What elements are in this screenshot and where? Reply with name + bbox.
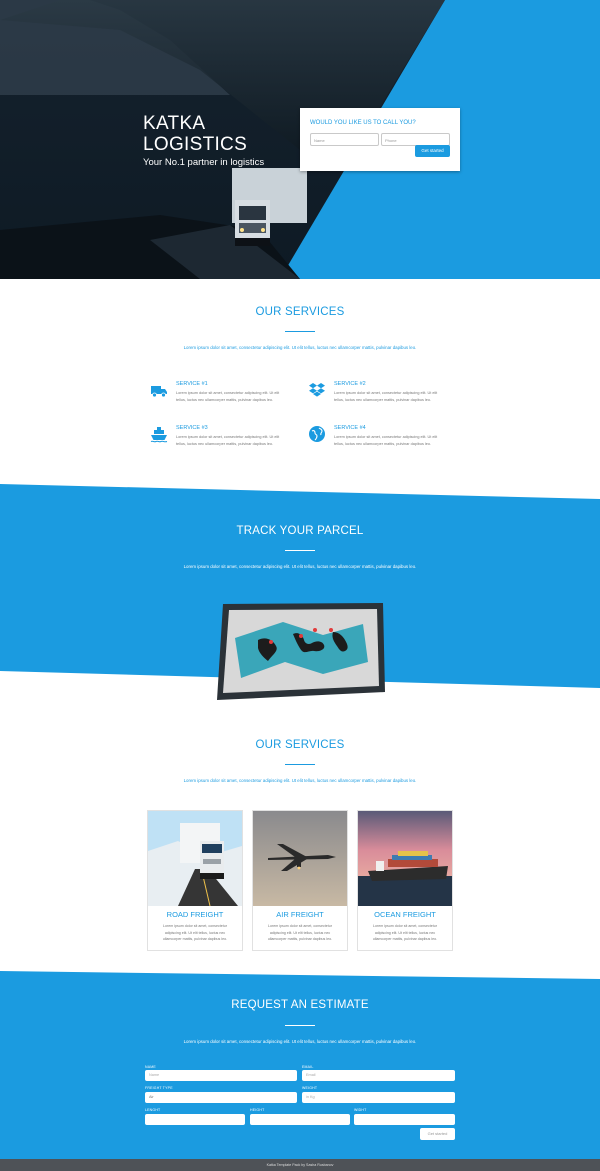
freight-lead: Lorem ipsum dolor sit amet, consectetur … [183,778,417,783]
width-input[interactable] [354,1114,455,1125]
estimate-email-input[interactable]: Email [302,1070,455,1081]
estimate-name-input[interactable]: Name [145,1070,297,1081]
service-text: Lorem ipsum dolor sit amet, consectetur … [334,435,438,446]
track-title: TRACK YOUR PARCEL [236,525,364,537]
service-title: SERVICE #2 [334,381,366,387]
globe-icon [309,426,325,442]
air-freight-image [253,811,347,906]
card-title: OCEAN FREIGHT [374,910,436,919]
footer: Katka Template Pack by Sasha Rusbanov [0,1159,600,1171]
card-text: Lorem ipsum dolor sit amet, consectetur … [162,924,228,941]
card-text: Lorem ipsum dolor sit amet, consectetur … [372,924,438,941]
ocean-freight-card[interactable]: OCEAN FREIGHT Lorem ipsum dolor sit amet… [357,810,453,951]
height-input[interactable] [250,1114,350,1125]
weight-input[interactable]: in Kg [302,1092,455,1103]
road-freight-image [148,811,242,906]
length-label: LENGHT [145,1108,161,1112]
width-label: WIDHT [354,1108,367,1112]
freight-divider [285,764,315,765]
name-label: NAME [145,1065,156,1069]
freight-title: OUR SERVICES [255,739,345,751]
service-text: Lorem ipsum dolor sit amet, consectetur … [176,435,280,446]
tablet-map-image [217,603,385,700]
estimate-divider [285,1025,315,1026]
service-text: Lorem ipsum dolor sit amet, consectetur … [176,391,280,402]
estimate-title: REQUEST AN ESTIMATE [231,999,369,1011]
service-title: SERVICE #1 [176,381,208,387]
road-freight-card[interactable]: ROAD FREIGHT Lorem ipsum dolor sit amet,… [147,810,243,951]
card-title: ROAD FREIGHT [166,910,224,919]
track-lead: Lorem ipsum dolor sit amet, consectetur … [183,564,417,569]
hero-section: KATKA LOGISTICS Your No.1 partner in log… [0,0,600,279]
card-title: AIR FREIGHT [276,910,324,919]
hero-subtitle: Your No.1 partner in logistics [143,157,265,168]
callback-heading: WOULD YOU LIKE US TO CALL YOU? [310,120,416,126]
air-freight-card[interactable]: AIR FREIGHT Lorem ipsum dolor sit amet, … [252,810,348,951]
freight-type-select[interactable]: Air [145,1092,297,1103]
service-title: SERVICE #3 [176,425,208,431]
estimate-submit-button[interactable]: Get started [420,1128,455,1140]
length-input[interactable] [145,1114,245,1125]
service-title: SERVICE #4 [334,425,366,431]
hero-title-line2: LOGISTICS [143,134,248,155]
callback-name-input[interactable]: Name [310,133,379,146]
services-lead: Lorem ipsum dolor sit amet, consectetur … [183,345,417,350]
truck-icon [151,386,167,398]
dropbox-icon [309,383,325,397]
height-label: HEIGHT [250,1108,265,1112]
email-label: EMAIL [302,1065,314,1069]
services-divider [285,331,315,332]
get-started-button[interactable]: Get started [415,145,450,157]
callback-form: WOULD YOU LIKE US TO CALL YOU? Name Phon… [300,108,460,171]
service-text: Lorem ipsum dolor sit amet, consectetur … [334,391,438,402]
ship-icon [150,427,168,443]
estimate-lead: Lorem ipsum dolor sit amet, consectetur … [183,1039,417,1044]
hero-title-line1: KATKA [143,113,206,134]
weight-label: WEIGHT [302,1086,318,1090]
card-text: Lorem ipsum dolor sit amet, consectetur … [267,924,333,941]
track-divider [285,550,315,551]
freight-type-label: FREIGHT TYPE [145,1086,173,1090]
services-title: OUR SERVICES [255,306,345,318]
ocean-freight-image [358,811,452,906]
hero-title: KATKA LOGISTICS [143,113,247,155]
